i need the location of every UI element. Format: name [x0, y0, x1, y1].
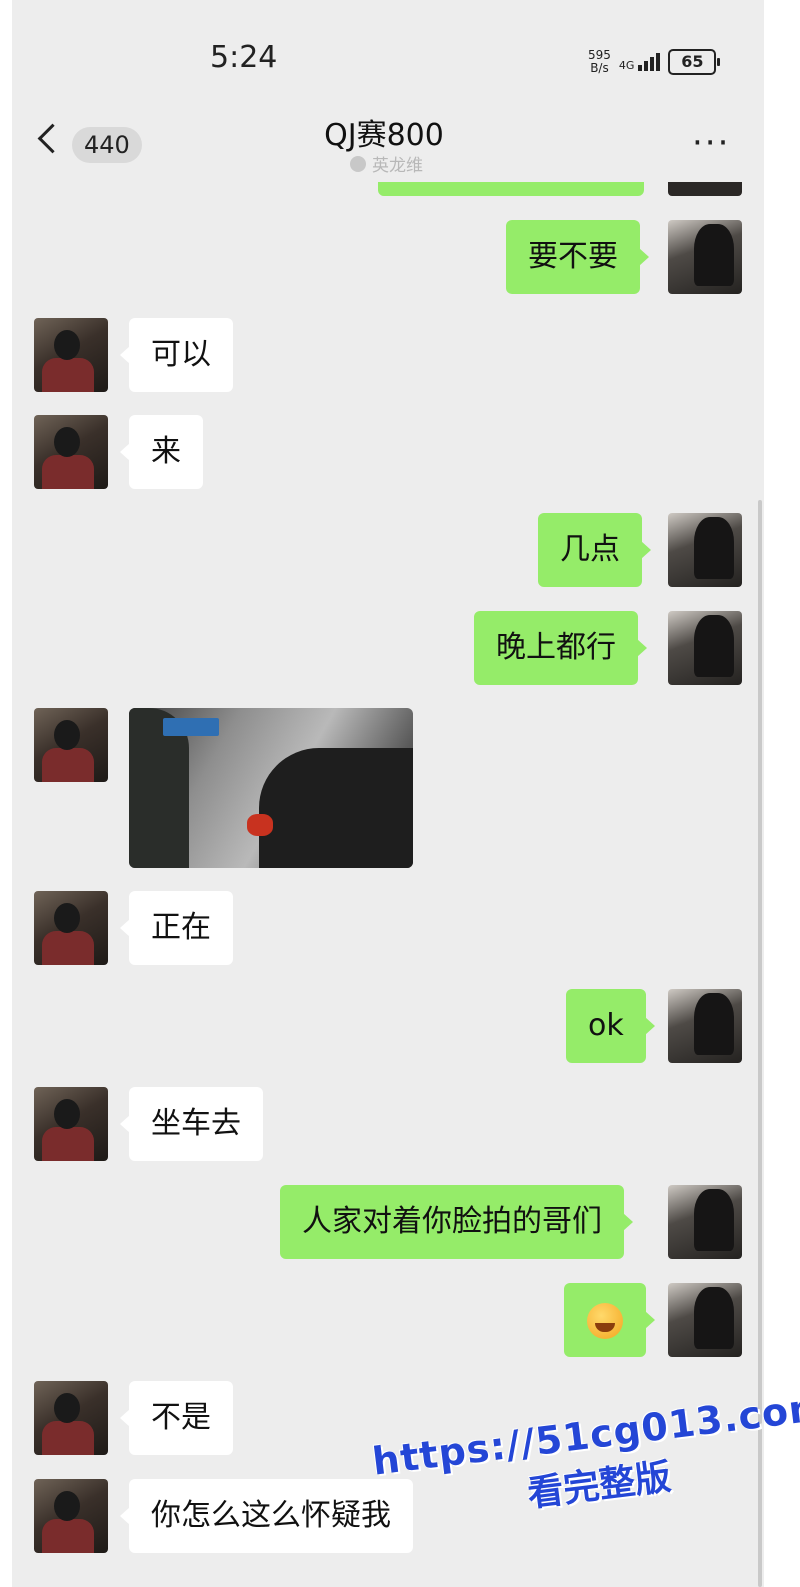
- image-message[interactable]: [129, 708, 413, 868]
- partial-message-bubble[interactable]: [378, 182, 644, 196]
- message-bubble-outgoing[interactable]: 人家对着你脸拍的哥们: [280, 1185, 633, 1259]
- status-time: 5:24: [210, 40, 278, 75]
- unread-count-badge[interactable]: 440: [72, 127, 142, 163]
- message-bubble-outgoing[interactable]: [564, 1283, 655, 1357]
- message-bubble-outgoing[interactable]: 晚上都行: [474, 611, 647, 685]
- contact-avatar[interactable]: [34, 415, 108, 489]
- message-bubble-incoming[interactable]: 正在: [120, 891, 233, 965]
- my-avatar[interactable]: [668, 1283, 742, 1357]
- message-bubble-incoming[interactable]: 不是: [120, 1381, 233, 1455]
- more-options-icon[interactable]: ···: [692, 126, 730, 160]
- contact-avatar[interactable]: [34, 1087, 108, 1161]
- contact-status-icon: [350, 155, 366, 172]
- net-speed: 595 B/s: [588, 49, 611, 75]
- message-bubble-incoming[interactable]: 你怎么这么怀疑我: [120, 1479, 413, 1553]
- chat-screen: 5:24 595 B/s 4G 65 440 QJ赛800 英龙维 ··· 要不…: [12, 0, 764, 1587]
- message-bubble-outgoing[interactable]: 要不要: [506, 220, 649, 294]
- contact-avatar[interactable]: [34, 1479, 108, 1553]
- net-speed-unit: B/s: [590, 61, 609, 75]
- my-avatar[interactable]: [668, 611, 742, 685]
- message-bubble-incoming[interactable]: 可以: [120, 318, 233, 392]
- my-avatar[interactable]: [668, 220, 742, 294]
- message-bubble-outgoing[interactable]: ok: [566, 989, 655, 1063]
- my-avatar[interactable]: [668, 1185, 742, 1259]
- signal-icon: 4G: [619, 53, 661, 71]
- partial-avatar[interactable]: [668, 182, 742, 196]
- chat-subtitle: 英龙维: [350, 151, 423, 176]
- contact-avatar[interactable]: [34, 318, 108, 392]
- message-bubble-incoming[interactable]: 来: [120, 415, 203, 489]
- contact-avatar[interactable]: [34, 708, 108, 782]
- laughing-emoji-icon: [587, 1302, 623, 1339]
- status-indicators: 595 B/s 4G 65: [588, 44, 721, 80]
- chat-subtitle-text: 英龙维: [372, 156, 423, 176]
- contact-avatar[interactable]: [34, 1381, 108, 1455]
- battery-icon: 65: [668, 49, 721, 75]
- contact-avatar[interactable]: [34, 891, 108, 965]
- my-avatar[interactable]: [668, 989, 742, 1063]
- chat-title: QJ赛800: [324, 118, 444, 153]
- message-bubble-incoming[interactable]: 坐车去: [120, 1087, 263, 1161]
- message-bubble-outgoing[interactable]: 几点: [538, 513, 651, 587]
- back-arrow-icon[interactable]: [37, 123, 68, 154]
- network-type: 4G: [618, 59, 635, 72]
- my-avatar[interactable]: [668, 513, 742, 587]
